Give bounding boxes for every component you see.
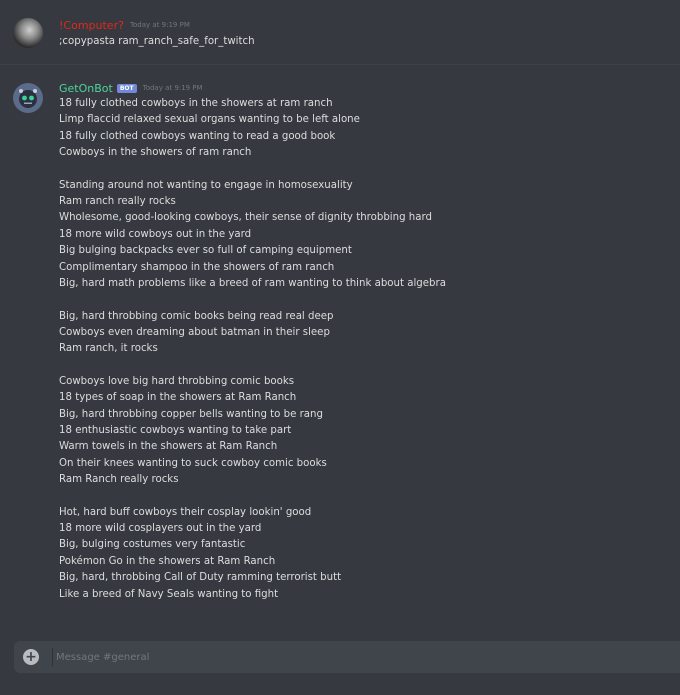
avatar[interactable]	[13, 83, 43, 113]
message-text: Cowboys in the showers of ram ranch	[59, 147, 252, 159]
message-input[interactable]	[54, 646, 658, 668]
timestamp: Today at 9:19 PM	[142, 84, 203, 92]
bot-avatar-icon	[13, 83, 43, 113]
message-text: Cowboys even dreaming about batman in th…	[59, 326, 330, 338]
message-text: On their knees wanting to suck cowboy co…	[59, 457, 327, 469]
message-header: !Computer? Today at 9:19 PM	[59, 18, 190, 32]
message-text: Hot, hard buff cowboys their cosplay loo…	[59, 506, 312, 518]
message-text: 18 types of soap in the showers at Ram R…	[59, 392, 297, 404]
message-text: Big, hard math problems like a breed of …	[59, 277, 446, 289]
message-text: Big bulging backpacks ever so full of ca…	[59, 245, 352, 257]
message-text: 18 fully clothed cowboys in the showers …	[59, 98, 333, 109]
message-text: Big, hard throbbing copper bells wanting…	[59, 408, 323, 420]
timestamp: Today at 9:19 PM	[129, 21, 190, 29]
username[interactable]: GetOnBot	[59, 82, 113, 95]
message-text: Standing around not wanting to engage in…	[59, 179, 353, 191]
message-text: Ram Ranch really rocks	[59, 474, 179, 486]
bot-badge: BOT	[116, 83, 137, 93]
message-text: 18 fully clothed cowboys wanting to read…	[59, 130, 336, 142]
message-text: Complimentary shampoo in the showers of …	[59, 261, 335, 273]
composer-divider	[52, 648, 53, 666]
message-text: Big, bulging costumes very fantastic	[59, 539, 246, 551]
message-composer: +	[14, 641, 680, 673]
username[interactable]: !Computer?	[59, 19, 124, 32]
message-text: Big, hard throbbing comic books being re…	[59, 310, 334, 322]
avatar[interactable]	[13, 18, 43, 48]
message-text: Ram ranch really rocks	[59, 196, 176, 208]
message-header: GetOnBot BOT Today at 9:19 PM	[59, 81, 203, 95]
message-divider	[0, 64, 680, 65]
message-text: Pokémon Go in the showers at Ram Ranch	[59, 555, 276, 567]
message-text: ;copypasta ram_ranch_safe_for_twitch	[59, 36, 255, 47]
message-text: Cowboys love big hard throbbing comic bo…	[59, 375, 295, 387]
message-text: Warm towels in the showers at Ram Ranch	[59, 441, 278, 453]
message-text: Like a breed of Navy Seals wanting to fi…	[59, 588, 279, 600]
message-text: Ram ranch, it rocks	[59, 343, 158, 355]
message-text: Wholesome, good-looking cowboys, their s…	[59, 212, 432, 224]
plus-circle-icon[interactable]: +	[23, 649, 39, 665]
message-text: Limp flaccid relaxed sexual organs wanti…	[59, 114, 360, 126]
message-text: 18 more wild cowboys out in the yard	[59, 228, 252, 240]
message-text: Big, hard, throbbing Call of Duty rammin…	[59, 572, 342, 584]
message-text: 18 enthusiastic cowboys wanting to take …	[59, 425, 292, 436]
message-list: !Computer? Today at 9:19 PM ;copypasta r…	[0, 0, 680, 630]
message-text: 18 more wild cosplayers out in the yard	[59, 523, 262, 535]
